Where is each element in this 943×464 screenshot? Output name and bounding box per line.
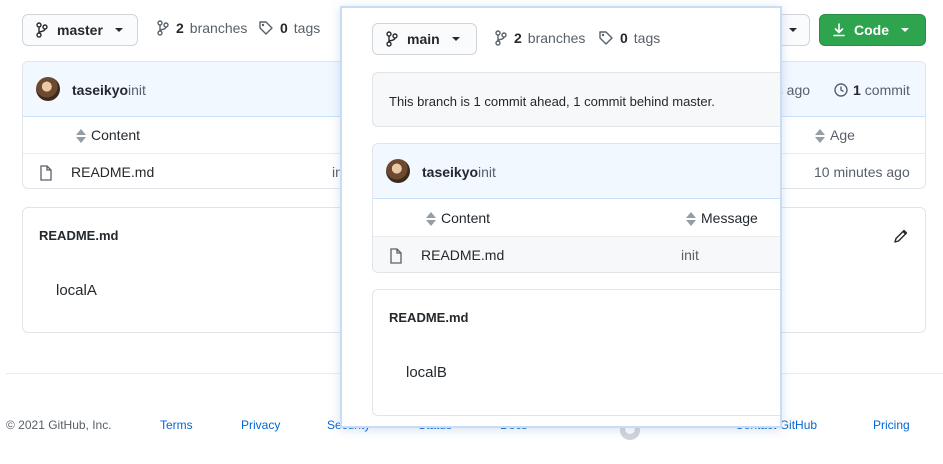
- branches-count: 2: [176, 20, 184, 36]
- chevron-down-icon: [789, 28, 797, 32]
- popup-branches-link[interactable]: 2 branches: [494, 30, 585, 46]
- sort-icon: [685, 212, 697, 227]
- pencil-icon[interactable]: [893, 228, 909, 244]
- sort-icon: [425, 212, 437, 227]
- popup-branches-word: branches: [527, 30, 586, 46]
- tag-icon: [598, 30, 614, 46]
- popup-readme-box: README.md localB: [372, 289, 780, 416]
- tag-icon: [258, 20, 274, 36]
- popup-branch-select-button[interactable]: main: [372, 23, 477, 55]
- file-icon: [390, 248, 402, 264]
- commit-author[interactable]: taseikyo: [72, 82, 128, 98]
- popup-tags-count: 0: [620, 30, 628, 46]
- branch-icon: [494, 30, 508, 46]
- popup-column-header-message[interactable]: Message: [685, 210, 758, 227]
- commit-message[interactable]: init: [128, 82, 146, 98]
- avatar[interactable]: [386, 159, 410, 183]
- code-button[interactable]: Code: [819, 14, 926, 46]
- commit-count: 1: [853, 82, 861, 98]
- column-content-label: Content: [91, 127, 141, 143]
- readme-content: localA: [56, 282, 97, 299]
- chevron-down-icon: [901, 28, 909, 32]
- popup-column-content-label: Content: [441, 210, 491, 226]
- footer-link-terms[interactable]: Terms: [160, 418, 193, 432]
- branch-icon: [35, 22, 49, 38]
- popup-branches-count: 2: [514, 30, 522, 46]
- popup-commit-author[interactable]: taseikyo: [422, 164, 478, 180]
- sort-icon: [75, 129, 87, 144]
- readme-title: README.md: [39, 228, 119, 243]
- branches-link[interactable]: 2 branches: [156, 20, 247, 36]
- popup-file-listing: taseikyo init Content Message README.md …: [372, 143, 780, 273]
- chevron-down-icon: [114, 28, 123, 32]
- chevron-down-icon: [451, 37, 460, 41]
- table-row[interactable]: README.md init: [373, 236, 780, 272]
- avatar[interactable]: [36, 77, 60, 101]
- footer-link-pricing[interactable]: Pricing: [873, 418, 910, 432]
- branch-name: master: [57, 22, 103, 38]
- popup-column-header-content[interactable]: Content: [425, 210, 491, 227]
- branches-word: branches: [189, 20, 248, 36]
- file-age: 10 minutes ago: [814, 164, 910, 180]
- tags-link[interactable]: 0 tags: [258, 20, 320, 36]
- tags-count: 0: [280, 20, 288, 36]
- popup-latest-commit-bar: taseikyo init: [373, 144, 780, 199]
- popup-tags-word: tags: [633, 30, 661, 46]
- footer-link-privacy[interactable]: Privacy: [241, 418, 280, 432]
- footer-copyright: © 2021 GitHub, Inc.: [6, 418, 112, 432]
- file-icon: [40, 165, 52, 181]
- overlay-window: main 2 branches 0 tags This branch is 1 …: [340, 6, 782, 428]
- download-icon: [832, 22, 846, 38]
- branch-icon: [156, 20, 170, 36]
- file-name-link[interactable]: README.md: [71, 164, 154, 180]
- ahead-behind-text: This branch is 1 commit ahead, 1 commit …: [389, 94, 715, 109]
- column-header-content[interactable]: Content: [75, 127, 141, 144]
- column-header-age[interactable]: Age: [814, 127, 855, 144]
- popup-commit-message[interactable]: init: [478, 164, 496, 180]
- commit-word: commit: [864, 82, 910, 98]
- popup-readme-content: localB: [406, 364, 447, 381]
- branch-select-button[interactable]: master: [22, 14, 138, 46]
- code-button-label: Code: [854, 22, 889, 38]
- popup-branch-name: main: [407, 31, 440, 47]
- branch-comparison-notice: This branch is 1 commit ahead, 1 commit …: [372, 72, 780, 127]
- popup-file-name-link[interactable]: README.md: [421, 247, 504, 263]
- popup-tags-link[interactable]: 0 tags: [598, 30, 660, 46]
- branch-icon: [385, 31, 399, 47]
- popup-column-message-label: Message: [701, 210, 758, 226]
- column-age-label: Age: [830, 127, 855, 143]
- popup-file-commit-message[interactable]: init: [681, 247, 699, 263]
- sort-icon: [814, 129, 826, 144]
- history-icon: [833, 82, 849, 98]
- commits-link[interactable]: 1 commit: [833, 82, 910, 98]
- popup-readme-title: README.md: [389, 310, 469, 325]
- tags-word: tags: [293, 20, 321, 36]
